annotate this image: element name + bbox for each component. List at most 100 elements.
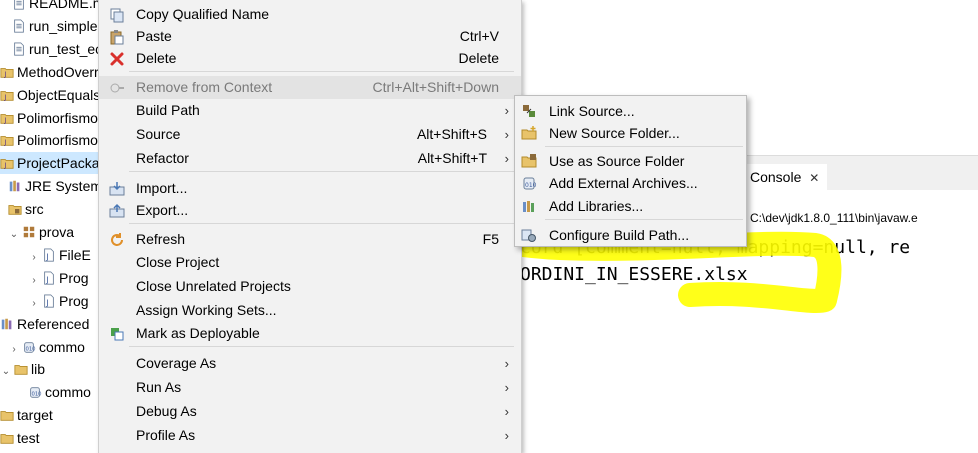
svg-text:J: J — [3, 70, 6, 78]
tree-item[interactable]: ⌄ lib — [0, 358, 100, 380]
tree-item[interactable]: › J Prog — [28, 267, 100, 289]
menu-item-source[interactable]: Source Alt+Shift+S › — [99, 123, 521, 146]
close-icon[interactable]: ✕ — [809, 171, 819, 185]
tree-item[interactable]: › J Prog — [28, 290, 100, 312]
tree-item-label: ProjectPackag — [17, 155, 100, 172]
menu-item-label: Remove from Context — [136, 79, 273, 95]
tree-item[interactable]: Referenced — [0, 313, 100, 335]
menu-item-profile-as[interactable]: Profile As › — [99, 424, 521, 447]
tree-item[interactable]: J Polimorfismo — [0, 129, 100, 151]
tree-item[interactable]: test — [0, 427, 100, 449]
menu-item-assign-working-sets[interactable]: Assign Working Sets... — [99, 299, 521, 322]
svg-text:J: J — [3, 116, 6, 124]
folder-icon — [0, 406, 14, 421]
tree-item[interactable]: J ObjectEquals — [0, 84, 100, 106]
menu-item-refactor[interactable]: Refactor Alt+Shift+T › — [99, 147, 521, 170]
tree-item[interactable]: J MethodOverr — [0, 61, 100, 83]
tree-item-label: Prog — [59, 269, 89, 286]
menu-item-mark-as-deployable[interactable]: Mark as Deployable — [99, 322, 521, 345]
menu-item-debug-as[interactable]: Debug As › — [99, 400, 521, 423]
package-icon — [22, 223, 36, 238]
submenu-separator — [545, 146, 743, 147]
java-file-icon: J — [42, 246, 56, 262]
java-file-icon: J — [42, 292, 56, 308]
tree-item[interactable]: › 010 commo — [8, 336, 100, 358]
tree-item-label: test — [17, 430, 40, 447]
menu-item-close-unrelated-projects[interactable]: Close Unrelated Projects — [99, 275, 521, 298]
menu-item-coverage-as[interactable]: Coverage As › — [99, 352, 521, 375]
tree-item[interactable]: run_test_ec — [12, 38, 100, 60]
menu-item-import[interactable]: Import... — [99, 177, 521, 200]
tree-item-label: Referenced — [17, 315, 90, 332]
chevron-right-icon[interactable]: › — [8, 339, 20, 361]
tree-item[interactable]: › J FileE — [28, 244, 100, 266]
tree-item-label: README.m — [29, 0, 100, 11]
tree-item-label: commo — [39, 338, 85, 355]
tree-item[interactable]: run_simple — [12, 15, 100, 37]
tab-console[interactable]: Console ✕ — [742, 164, 828, 190]
tree-item[interactable]: JRE System — [8, 175, 100, 197]
add-library-icon — [521, 198, 537, 214]
tree-item-label: ObjectEquals — [17, 86, 100, 103]
menu-item-label: Debug As — [136, 403, 197, 419]
menu-item-label: Mark as Deployable — [136, 325, 260, 341]
tree-item[interactable]: J ProjectPackag — [0, 152, 100, 175]
menu-item-label: Delete — [136, 50, 177, 66]
menu-item-build-path[interactable]: Build Path › — [99, 99, 521, 122]
menu-item-shortcut: Delete — [458, 50, 499, 66]
tree-item[interactable]: ⌄ prova — [8, 221, 100, 243]
menu-item-paste[interactable]: Paste Ctrl+V — [99, 25, 521, 48]
menu-item-remove-from-context: Remove from Context Ctrl+Alt+Shift+Down — [99, 76, 521, 99]
svg-text:J: J — [3, 93, 6, 101]
tree-item[interactable]: src — [8, 198, 100, 220]
java-project-icon: J — [0, 86, 14, 101]
submenu-item-configure-build-path[interactable]: Configure Build Path... — [515, 224, 746, 246]
menu-item-shortcut: F5 — [482, 231, 499, 247]
context-menu: Copy Qualified Name Paste Ctrl+V Delete Dele… — [98, 0, 522, 453]
chevron-right-icon[interactable]: › — [28, 270, 40, 292]
link-source-icon — [521, 103, 537, 119]
tree-item-label: commo — [45, 384, 91, 401]
menu-item-label: Run As — [136, 379, 182, 395]
menu-item-label: Copy Qualified Name — [136, 6, 270, 22]
menu-item-label: Close Project — [136, 254, 220, 270]
submenu-item-new-source-folder[interactable]: New Source Folder... — [515, 122, 746, 144]
svg-text:010: 010 — [525, 182, 537, 189]
chevron-down-icon[interactable]: ⌄ — [8, 224, 20, 246]
java-project-icon: J — [0, 154, 14, 170]
menu-item-export[interactable]: Export... — [99, 199, 521, 222]
chevron-right-icon[interactable]: › — [28, 293, 40, 315]
tree-item-label: src — [25, 201, 44, 218]
library-icon — [0, 315, 14, 329]
java-project-icon: J — [0, 109, 14, 124]
submenu-item-add-libraries[interactable]: Add Libraries... — [515, 195, 746, 217]
chevron-right-icon[interactable]: › — [28, 247, 40, 269]
submenu-item-add-external-archives[interactable]: 010 Add External Archives... — [515, 172, 746, 194]
tree-item-label: target — [17, 407, 53, 424]
svg-text:J: J — [3, 139, 6, 147]
tree-item-label: Prog — [59, 292, 89, 309]
tree-item[interactable]: README.m — [12, 0, 100, 14]
chevron-right-icon: › — [504, 380, 509, 395]
library-icon — [8, 177, 22, 192]
menu-item-shortcut: Ctrl+Alt+Shift+Down — [372, 79, 499, 95]
submenu-item-link-source[interactable]: Link Source... — [515, 100, 746, 122]
build-path-submenu: Link Source... New Source Folder... Use as… — [514, 95, 747, 247]
menu-item-close-project[interactable]: Close Project — [99, 251, 521, 274]
menu-item-copy-qualified-name[interactable]: Copy Qualified Name — [99, 3, 521, 26]
tree-item[interactable]: 010 commo — [28, 381, 100, 403]
tree-item[interactable]: J Polimorfismo — [0, 107, 100, 129]
menu-item-delete[interactable]: Delete Delete — [99, 47, 521, 70]
menu-item-label: Source — [136, 126, 181, 142]
tree-item-label: prova — [39, 224, 75, 240]
new-source-folder-icon — [521, 125, 537, 141]
menu-item-refresh[interactable]: Refresh F5 — [99, 228, 521, 251]
chevron-right-icon: › — [504, 356, 509, 371]
chevron-down-icon[interactable]: ⌄ — [0, 361, 12, 383]
submenu-item-label: Add Libraries... — [549, 198, 644, 214]
tree-item[interactable]: target — [0, 404, 100, 426]
submenu-item-use-as-source-folder[interactable]: Use as Source Folder — [515, 150, 746, 172]
tree-item-label: FileE — [59, 246, 91, 263]
submenu-item-label: Add External Archives... — [549, 175, 698, 191]
menu-item-run-as[interactable]: Run As › — [99, 376, 521, 399]
